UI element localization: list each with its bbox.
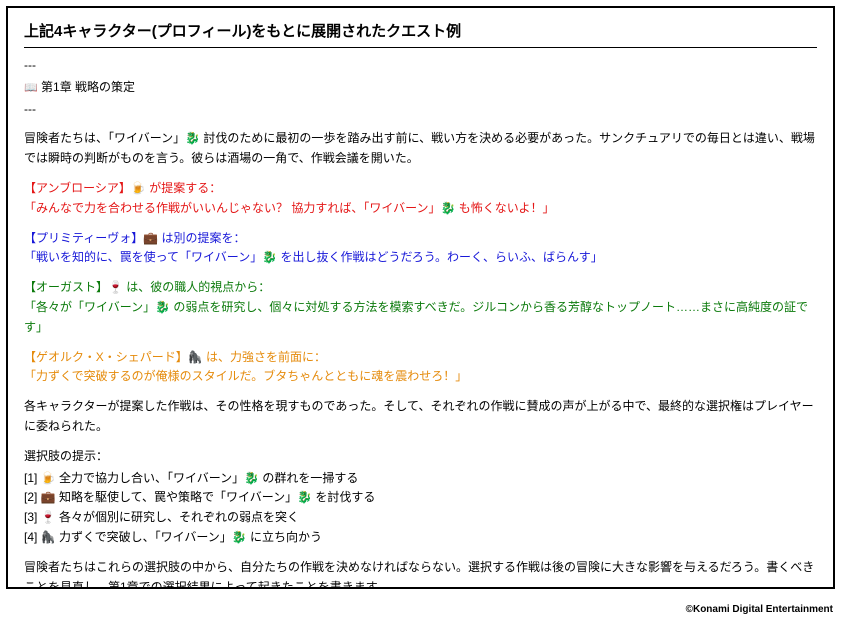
primitivo-name: 【プリミティーヴォ】💼 は別の提案を： bbox=[24, 229, 817, 249]
mid-paragraph: 各キャラクターが提案した作戦は、その性格を現すものであった。そして、それぞれの作… bbox=[24, 397, 817, 437]
chapter-text: 第1章 戦略の策定 bbox=[41, 80, 135, 94]
character-ambrosia: 【アンブローシア】🍺 が提案する： 「みんなで力を合わせる作戦がいいんじゃない？… bbox=[24, 179, 817, 219]
choice-1: [1] 🍺 全力で協力し合い、「ワイバーン」🐉 の群れを一掃する bbox=[24, 469, 817, 489]
copyright-text: ©Konami Digital Entertainment bbox=[686, 604, 833, 615]
document-frame: 上記4キャラクター(プロフィール)をもとに展開されたクエスト例 --- 📖 第1… bbox=[6, 6, 835, 589]
ambrosia-name: 【アンブローシア】🍺 が提案する： bbox=[24, 179, 817, 199]
ambrosia-speech: 「みんなで力を合わせる作戦がいいんじゃない？ 協力すれば、「ワイバーン」🐉 も怖… bbox=[24, 199, 817, 219]
character-georg: 【ゲオルク・X・シェパード】🦍 は、力強さを前面に： 「力ずくで突破するのが俺様… bbox=[24, 348, 817, 388]
page-title: 上記4キャラクター(プロフィール)をもとに展開されたクエスト例 bbox=[24, 20, 817, 48]
outro-paragraph: 冒険者たちはこれらの選択肢の中から、自分たちの作戦を決めなければならない。選択す… bbox=[24, 558, 817, 589]
chapter-heading: 📖 第1章 戦略の策定 bbox=[24, 78, 817, 98]
georg-speech: 「力ずくで突破するのが俺様のスタイルだ。ブタちゃんとともに魂を震わせろ！」 bbox=[24, 367, 817, 387]
choice-4: [4] 🦍 力ずくで突破し、「ワイバーン」🐉 に立ち向かう bbox=[24, 528, 817, 548]
choice-3: [3] 🍷 各々が個別に研究し、それぞれの弱点を突く bbox=[24, 508, 817, 528]
intro-paragraph: 冒険者たちは、「ワイバーン」🐉 討伐のために最初の一歩を踏み出す前に、戦い方を決… bbox=[24, 129, 817, 169]
divider-bottom: --- bbox=[24, 100, 817, 120]
character-primitivo: 【プリミティーヴォ】💼 は別の提案を： 「戦いを知的に、罠を使って「ワイバーン」… bbox=[24, 229, 817, 269]
character-august: 【オーガスト】🍷 は、彼の職人的視点から： 「各々が「ワイバーン」🐉 の弱点を研… bbox=[24, 278, 817, 337]
august-speech: 「各々が「ワイバーン」🐉 の弱点を研究し、個々に対処する方法を模索すべきだ。ジル… bbox=[24, 298, 817, 338]
primitivo-speech: 「戦いを知的に、罠を使って「ワイバーン」🐉 を出し抜く作戦はどうだろう。わーく、… bbox=[24, 248, 817, 268]
document-body: --- 📖 第1章 戦略の策定 --- 冒険者たちは、「ワイバーン」🐉 討伐のた… bbox=[24, 56, 817, 589]
divider-top: --- bbox=[24, 56, 817, 76]
georg-name: 【ゲオルク・X・シェパード】🦍 は、力強さを前面に： bbox=[24, 348, 817, 368]
august-name: 【オーガスト】🍷 は、彼の職人的視点から： bbox=[24, 278, 817, 298]
choice-label: 選択肢の提示： bbox=[24, 447, 817, 467]
book-icon: 📖 bbox=[24, 82, 38, 94]
choice-2: [2] 💼 知略を駆使して、罠や策略で「ワイバーン」🐉 を討伐する bbox=[24, 488, 817, 508]
